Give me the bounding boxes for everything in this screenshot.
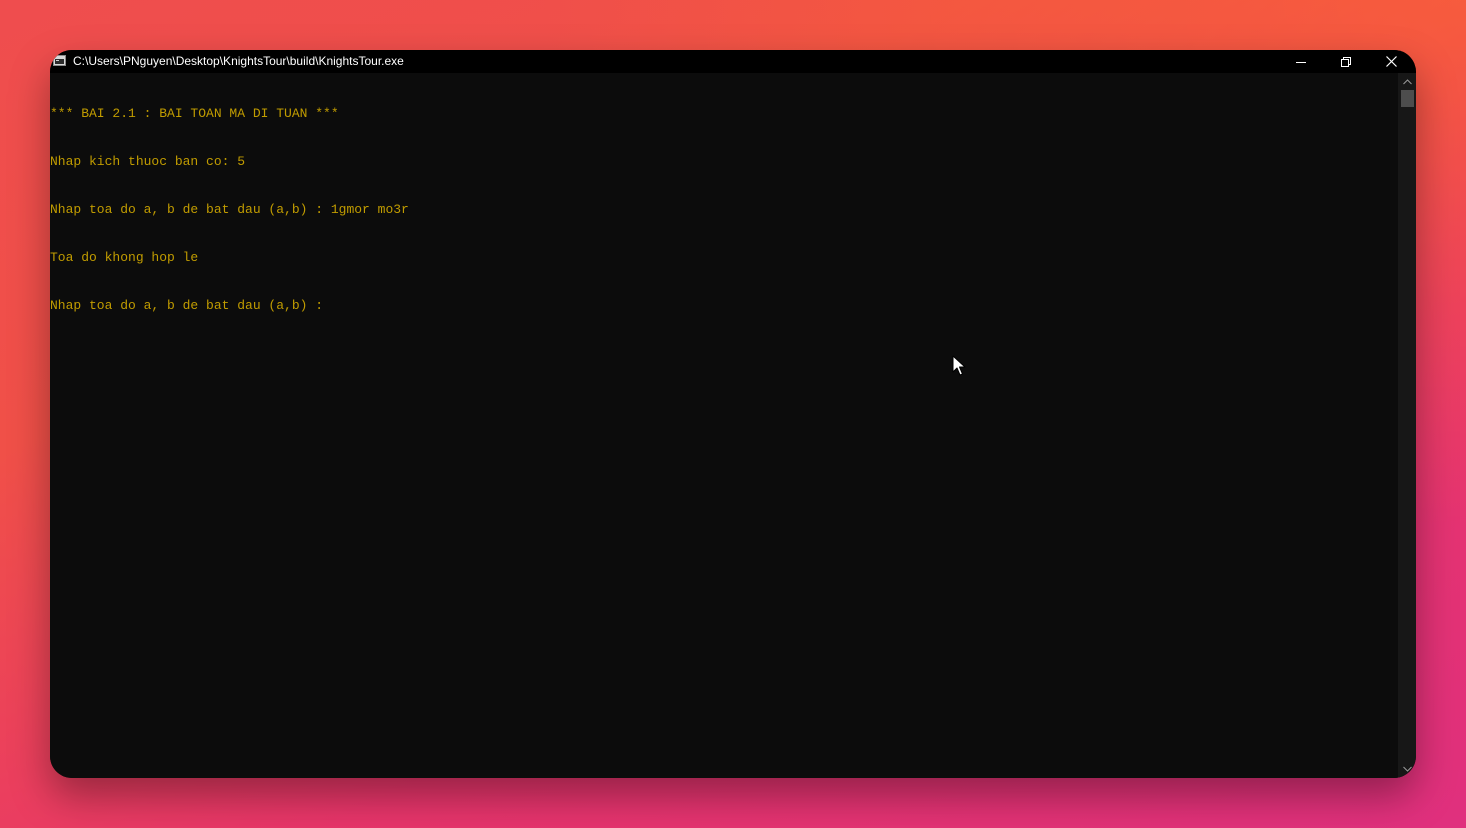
minimize-button[interactable] — [1278, 50, 1324, 73]
vertical-scrollbar[interactable] — [1398, 73, 1416, 778]
scrollbar-thumb[interactable] — [1401, 90, 1414, 107]
scroll-down-button[interactable] — [1398, 762, 1416, 776]
window-title: C:\Users\PNguyen\Desktop\KnightsTour\bui… — [73, 54, 404, 68]
chevron-down-icon — [1402, 766, 1412, 772]
console-window[interactable]: C:\Users\PNguyen\Desktop\KnightsTour\bui… — [50, 50, 1416, 778]
console-output[interactable]: *** BAI 2.1 : BAI TOAN MA DI TUAN *** Nh… — [50, 73, 1398, 778]
console-line: Nhap kich thuoc ban co: 5 — [50, 154, 246, 169]
console-line: Toa do khong hop le — [50, 250, 199, 265]
scroll-up-button[interactable] — [1398, 75, 1416, 89]
restore-button[interactable] — [1323, 50, 1369, 73]
close-button[interactable] — [1368, 50, 1414, 73]
console-app-icon[interactable] — [53, 55, 66, 66]
title-bar[interactable]: C:\Users\PNguyen\Desktop\KnightsTour\bui… — [50, 50, 1416, 73]
close-icon — [1385, 56, 1397, 67]
mouse-pointer-icon — [952, 355, 966, 376]
restore-icon — [1341, 56, 1351, 67]
console-prompt-line[interactable]: Nhap toa do a, b de bat dau (a,b) : — [50, 298, 1398, 314]
chevron-up-icon — [1402, 79, 1412, 85]
minimize-icon — [1296, 61, 1306, 63]
console-line: *** BAI 2.1 : BAI TOAN MA DI TUAN *** — [50, 106, 339, 121]
console-line: Nhap toa do a, b de bat dau (a,b) : 1gmo… — [50, 202, 409, 217]
